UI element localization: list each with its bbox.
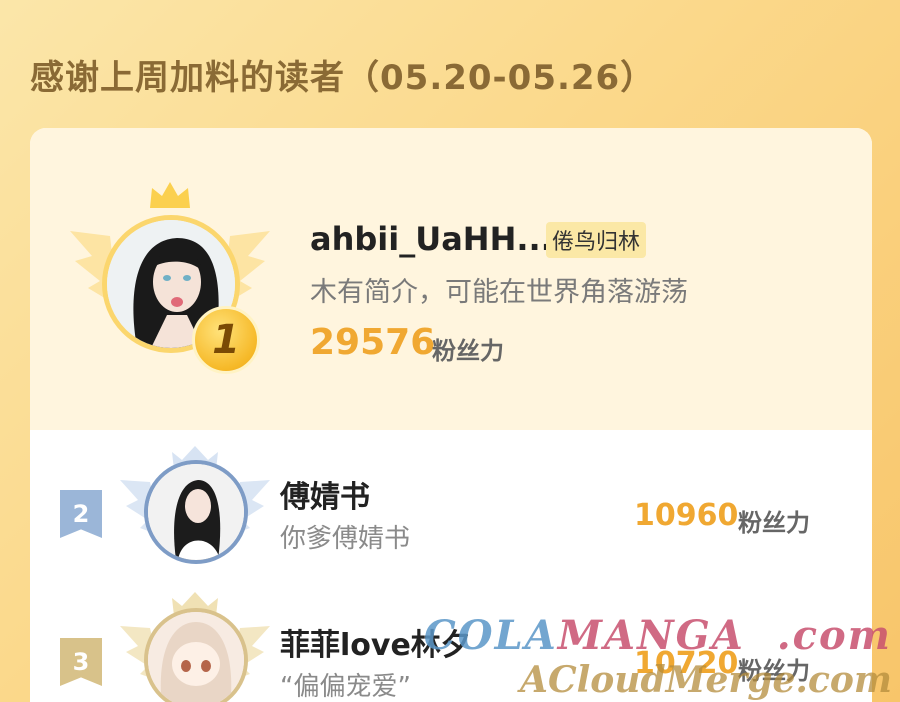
rank-medal: 1 bbox=[192, 306, 260, 374]
avatar[interactable] bbox=[144, 608, 248, 702]
fan-power-unit: 粉丝力 bbox=[738, 657, 810, 685]
avatar-illustration bbox=[148, 464, 244, 560]
list-item-rank-3[interactable]: 3 菲菲love林夕 “偏偏宠爱” 10720 粉丝力 bbox=[30, 580, 872, 702]
fan-power-score: 10960 bbox=[634, 498, 739, 533]
fan-power-unit: 粉丝力 bbox=[432, 337, 504, 365]
avatar[interactable] bbox=[144, 460, 248, 564]
crown-icon bbox=[150, 182, 190, 208]
user-bio: “偏偏宠爱” bbox=[280, 672, 411, 702]
user-bio: 木有简介，可能在世界角落游荡 bbox=[310, 277, 688, 308]
user-name[interactable]: 菲菲love林夕 bbox=[280, 620, 471, 664]
ranking-list: 2 傅婧书 你爹傅婧书 10960 粉丝力 3 菲菲love林夕 “偏偏宠爱” … bbox=[30, 430, 872, 702]
user-tag: 倦鸟归林 bbox=[546, 222, 647, 258]
fan-power-unit: 粉丝力 bbox=[738, 509, 810, 537]
fan-power-score: 29576 bbox=[310, 322, 436, 363]
avatar-illustration bbox=[148, 612, 244, 702]
leaderboard-card: 1 ahbii_UaHH... 倦鸟归林 木有简介，可能在世界角落游荡 2957… bbox=[30, 128, 872, 702]
first-place-entry[interactable]: 1 ahbii_UaHH... 倦鸟归林 木有简介，可能在世界角落游荡 2957… bbox=[30, 128, 872, 430]
list-item-rank-2[interactable]: 2 傅婧书 你爹傅婧书 10960 粉丝力 bbox=[30, 430, 872, 580]
user-name[interactable]: 傅婧书 bbox=[280, 472, 370, 516]
rank-badge: 2 bbox=[60, 490, 102, 538]
page-title: 感谢上周加料的读者（05.20-05.26） bbox=[30, 58, 656, 98]
user-bio: 你爹傅婧书 bbox=[280, 524, 411, 554]
rank-badge: 3 bbox=[60, 638, 102, 686]
fan-power-score: 10720 bbox=[634, 646, 739, 681]
user-name[interactable]: ahbii_UaHH... bbox=[310, 220, 553, 258]
